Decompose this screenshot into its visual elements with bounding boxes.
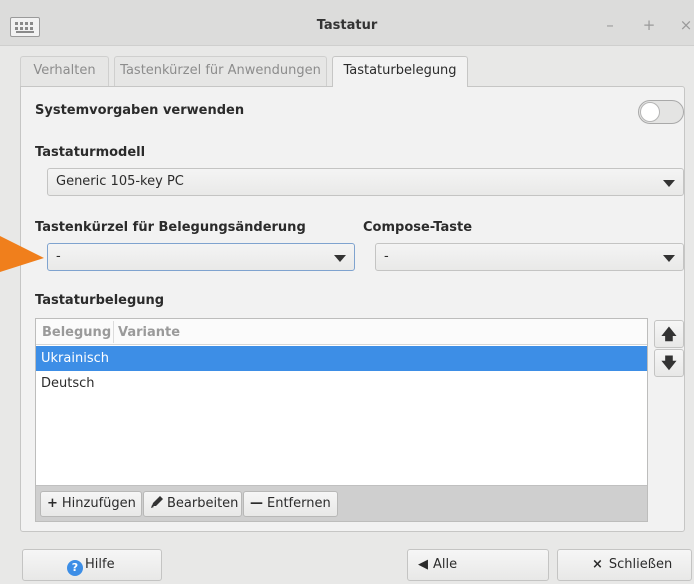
compose-key-value: - bbox=[384, 249, 389, 264]
keyboard-settings-window: Tastatur – + × Verhalten Tastenkürzel fü… bbox=[0, 0, 694, 584]
plus-icon: + bbox=[47, 496, 58, 511]
compose-key-label: Compose-Taste bbox=[363, 220, 473, 235]
layouts-toolbar: + Hinzufügen Bearbeiten — Entfernen bbox=[36, 485, 647, 521]
tab-application-shortcuts[interactable]: Tastenkürzel für Anwendungen bbox=[114, 56, 327, 86]
move-up-button[interactable]: 🡅 bbox=[654, 320, 684, 348]
layout-switch-shortcut-label: Tastenkürzel für Belegungsänderung bbox=[35, 220, 306, 235]
column-header-layout[interactable]: Belegung bbox=[42, 325, 111, 340]
system-defaults-label: Systemvorgaben verwenden bbox=[35, 103, 245, 118]
compose-key-select[interactable]: - bbox=[375, 243, 684, 271]
keyboard-model-select[interactable]: Generic 105-key PC bbox=[47, 168, 684, 196]
dropdown-arrow-icon bbox=[663, 180, 675, 187]
switch-knob bbox=[640, 102, 660, 122]
dropdown-arrow-icon bbox=[334, 255, 346, 262]
list-header: Belegung Variante bbox=[36, 319, 647, 345]
arrow-left-icon: ◀ bbox=[418, 557, 428, 572]
arrow-up-icon: 🡅 bbox=[661, 325, 677, 343]
minus-icon: — bbox=[250, 496, 263, 511]
minimize-button[interactable]: – bbox=[600, 15, 620, 35]
title-bar: Tastatur – + × bbox=[0, 0, 694, 46]
layout-switch-shortcut-value: - bbox=[56, 249, 61, 264]
keyboard-model-label: Tastaturmodell bbox=[35, 145, 146, 160]
arrow-down-icon: 🡇 bbox=[661, 354, 677, 372]
pencil-icon bbox=[151, 496, 163, 508]
edit-layout-button[interactable]: Bearbeiten bbox=[143, 491, 242, 517]
keyboard-layouts-label: Tastaturbelegung bbox=[35, 293, 165, 308]
system-defaults-switch[interactable] bbox=[638, 100, 684, 124]
all-settings-button[interactable]: ◀Alle Einstellungen bbox=[407, 549, 549, 581]
window-title: Tastatur bbox=[316, 18, 378, 33]
pointer-arrow-icon bbox=[0, 236, 44, 272]
help-button[interactable]: ? Hilfe bbox=[22, 549, 162, 581]
window-close-button[interactable]: × bbox=[676, 15, 694, 35]
close-button[interactable]: × Schließen bbox=[557, 549, 692, 581]
tab-verhalten[interactable]: Verhalten bbox=[20, 56, 109, 86]
tab-keyboard-layout[interactable]: Tastaturbelegung bbox=[332, 56, 468, 87]
move-down-button[interactable]: 🡇 bbox=[654, 349, 684, 377]
add-layout-button[interactable]: + Hinzufügen bbox=[40, 491, 142, 517]
close-icon: × bbox=[592, 557, 603, 572]
remove-layout-button[interactable]: — Entfernen bbox=[243, 491, 338, 517]
column-header-variant[interactable]: Variante bbox=[118, 325, 180, 340]
help-icon: ? bbox=[67, 560, 83, 576]
keyboard-model-value: Generic 105-key PC bbox=[56, 174, 184, 189]
layout-row[interactable]: Deutsch bbox=[36, 371, 647, 396]
layout-row-selected[interactable]: Ukrainisch bbox=[36, 346, 647, 371]
layout-switch-shortcut-select[interactable]: - bbox=[47, 243, 355, 271]
maximize-button[interactable]: + bbox=[639, 15, 659, 35]
layouts-list: Belegung Variante Ukrainisch Deutsch + Hi… bbox=[35, 318, 648, 522]
dropdown-arrow-icon bbox=[663, 255, 675, 262]
